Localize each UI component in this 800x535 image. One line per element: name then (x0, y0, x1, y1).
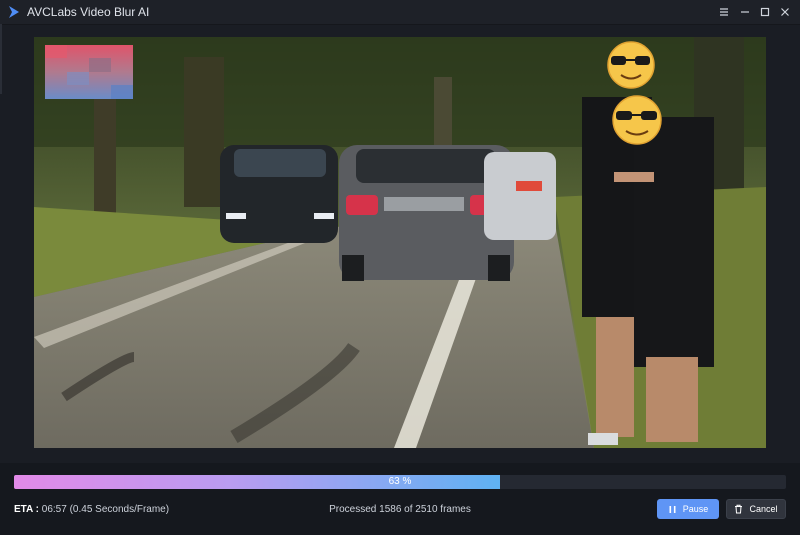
maximize-icon[interactable] (757, 4, 773, 20)
app-title: AVCLabs Video Blur AI (27, 5, 150, 19)
video-preview (34, 37, 766, 448)
cancel-label: Cancel (749, 504, 778, 514)
close-icon[interactable] (777, 4, 793, 20)
video-frame (34, 37, 766, 448)
pause-label: Pause (682, 504, 709, 514)
minimize-icon[interactable] (737, 4, 753, 20)
pause-icon (668, 505, 677, 514)
mosaic-blur-region (45, 45, 133, 99)
app-logo-icon (9, 6, 19, 18)
sunglasses-emoji-icon (607, 41, 655, 89)
cancel-button[interactable]: Cancel (726, 499, 786, 519)
trash-icon (734, 504, 743, 514)
progress-bar: 63 % (14, 475, 786, 489)
sunglasses-emoji-icon (612, 95, 662, 145)
pause-button[interactable]: Pause (657, 499, 719, 519)
window-edge (0, 24, 2, 94)
progress-percent: 63 % (388, 476, 412, 487)
title-bar: AVCLabs Video Blur AI (0, 0, 800, 25)
menu-icon[interactable] (716, 4, 732, 20)
